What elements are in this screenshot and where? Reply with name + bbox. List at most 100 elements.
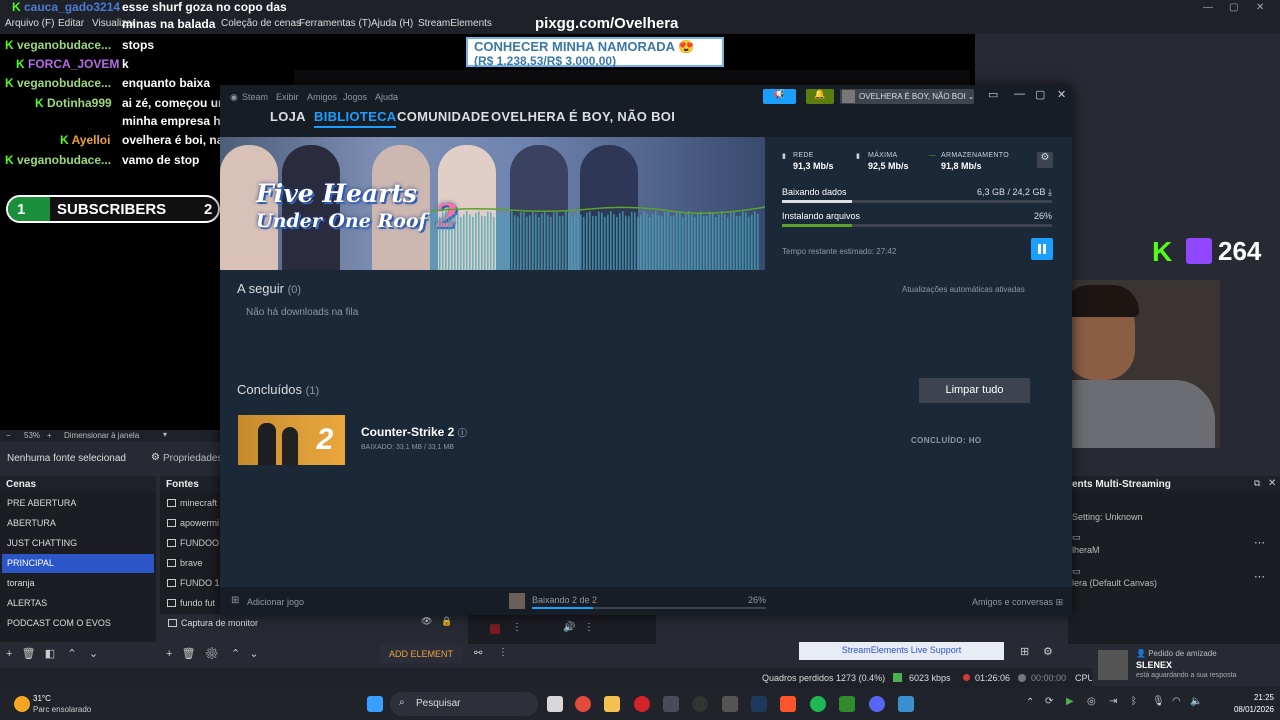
add-source-icon[interactable]: + (166, 648, 172, 660)
taskbar-search[interactable]: ⌕ Pesquisar (390, 692, 538, 716)
scene-item[interactable]: JUST CHATTING (2, 534, 154, 553)
gear-icon[interactable]: ⚙ (151, 452, 160, 463)
broadcast-button[interactable]: 📢 (763, 89, 796, 104)
tab-biblioteca[interactable]: BIBLIOTECA (314, 109, 397, 128)
move-down-icon[interactable]: ⌄ (89, 648, 98, 660)
menu-ferramentas[interactable]: Ferramentas (T) (299, 18, 371, 29)
explorer-icon[interactable] (604, 696, 620, 712)
zoom-out-icon[interactable]: − (6, 431, 11, 440)
source-item[interactable]: fundo fut (164, 594, 224, 613)
se-live-support-button[interactable]: StreamElements Live Support (799, 642, 1004, 660)
steam-menu-amigos[interactable]: Amigos (307, 92, 337, 102)
close-icon[interactable]: ✕ (1057, 88, 1066, 101)
move-down-icon[interactable]: ⌄ (249, 648, 258, 660)
notifications-button[interactable]: 🔔 (806, 89, 834, 104)
clear-all-button[interactable]: Limpar tudo (919, 378, 1030, 403)
tab-comunidade[interactable]: COMUNIDADE (397, 109, 490, 124)
big-picture-icon[interactable]: ▭ (988, 88, 998, 101)
mute-icon[interactable] (490, 624, 500, 634)
game-thumbnail[interactable]: 2 (238, 415, 345, 465)
auto-updates-link[interactable]: Atualizações automáticas ativadas (902, 285, 1025, 294)
more-icon[interactable]: ⋯ (1254, 570, 1265, 583)
delete-scene-icon[interactable]: 🗑 (22, 648, 36, 660)
steam-menu-ajuda[interactable]: Ajuda (375, 92, 398, 102)
bluetooth-icon[interactable]: ᛒ (1131, 696, 1137, 707)
fit-to-window[interactable]: Dimensionar à janela (64, 431, 139, 440)
more-icon[interactable]: ⋮ (498, 647, 508, 658)
app-icon[interactable] (839, 696, 855, 712)
obs-icon[interactable] (692, 696, 708, 712)
source-item[interactable]: FUNDOO (164, 534, 224, 553)
add-icon[interactable]: ⊞ (231, 595, 239, 606)
more-icon[interactable]: ⋯ (1254, 536, 1265, 549)
tray-icon[interactable]: ⟳ (1045, 696, 1053, 707)
tab-profile[interactable]: OVELHERA É BOY, NÃO BOI (491, 109, 675, 124)
brave-icon[interactable] (780, 696, 796, 712)
close-icon[interactable]: ✕ (1268, 478, 1276, 489)
scene-item[interactable]: ALERTAS (2, 594, 154, 613)
delete-source-icon[interactable]: 🗑 (182, 648, 196, 660)
gear-icon[interactable]: ⚙ (1043, 645, 1053, 658)
zoom-in-icon[interactable]: + (47, 431, 52, 440)
steam-menu-jogos[interactable]: Jogos (343, 92, 367, 102)
close-icon[interactable]: ✕ (1256, 2, 1264, 13)
minimize-icon[interactable]: — (1014, 88, 1025, 100)
lock-icon[interactable]: 🔒 (441, 616, 452, 627)
gear-icon[interactable]: ⚙ (205, 648, 219, 660)
more-icon[interactable]: ⋮ (512, 622, 522, 633)
add-scene-icon[interactable]: + (6, 648, 12, 660)
menu-streamelements[interactable]: StreamElements (418, 18, 492, 29)
tab-loja[interactable]: LOJA (270, 109, 306, 124)
weather-temp[interactable]: 31°C (33, 694, 51, 703)
weather-icon[interactable] (14, 696, 30, 712)
menu-ajuda[interactable]: Ajuda (H) (371, 18, 413, 29)
chrome-icon[interactable] (575, 696, 591, 712)
opera-icon[interactable] (634, 696, 650, 712)
mic-icon[interactable]: 🎙 (1152, 696, 1165, 707)
move-up-icon[interactable]: ⌃ (67, 648, 76, 660)
source-item[interactable]: FUNDO 1 (164, 574, 224, 593)
speaker-icon[interactable]: 🔊 (563, 622, 575, 633)
notepad-icon[interactable] (898, 696, 914, 712)
filter-icon[interactable]: ◧ (45, 648, 55, 660)
properties-button[interactable]: Propriedades (163, 453, 222, 464)
scene-item[interactable]: PRE ABERTURA (2, 494, 154, 513)
steam-menu-steam[interactable]: Steam (242, 92, 268, 102)
volume-icon[interactable]: 🔈 (1190, 696, 1202, 707)
friends-chat-button[interactable]: Amigos e conversas ⊞ (972, 597, 1063, 608)
add-game-button[interactable]: Adicionar jogo (247, 597, 304, 607)
play-icon[interactable]: ▶ (1066, 696, 1074, 707)
maximize-icon[interactable]: ▢ (1229, 2, 1238, 13)
scene-item[interactable]: ABERTURA (2, 514, 154, 533)
info-icon[interactable]: ⓘ (458, 428, 467, 438)
source-item[interactable]: minecraft (164, 494, 224, 513)
steam-logo-icon[interactable]: ◉ (230, 92, 238, 103)
spotify-icon[interactable] (810, 696, 826, 712)
move-up-icon[interactable]: ⌃ (231, 648, 240, 660)
add-element-button[interactable]: ADD ELEMENT (380, 645, 462, 663)
menu-editar[interactable]: Editar (58, 18, 84, 29)
scene-item-active[interactable]: PRINCIPAL (2, 554, 154, 573)
menu-arquivo[interactable]: Arquivo (F) (5, 18, 54, 29)
download-settings-button[interactable]: ⚙ (1037, 152, 1053, 168)
tray-icon[interactable]: ⇥ (1109, 696, 1117, 707)
steam-icon[interactable] (751, 696, 767, 712)
source-item[interactable]: brave (164, 554, 224, 573)
task-view-icon[interactable] (547, 696, 563, 712)
minimize-icon[interactable]: — (1203, 2, 1213, 13)
menu-colecao-cenas[interactable]: Coleção de cenas (221, 18, 301, 29)
more-icon[interactable]: ⋮ (584, 622, 594, 633)
maximize-icon[interactable]: ▢ (1035, 88, 1045, 101)
link-icon[interactable]: ⚯ (474, 648, 482, 659)
scene-item[interactable]: PODCAST COM O EVOS (2, 614, 154, 633)
source-item-capture[interactable]: Captura de monitor 👁 🔒 (162, 614, 462, 633)
popout-icon[interactable]: ⧉ (1254, 478, 1260, 489)
taskbar-clock[interactable]: 21:25 08/01/2026 (1222, 692, 1274, 716)
pause-button[interactable] (1031, 238, 1053, 260)
source-item[interactable]: apowermi (164, 514, 224, 533)
app-icon[interactable] (722, 696, 738, 712)
chevron-up-icon[interactable]: ⌃ (1026, 697, 1034, 708)
wifi-icon[interactable]: ◠ (1172, 696, 1181, 707)
start-icon[interactable] (367, 696, 383, 712)
account-menu[interactable]: OVELHERA É BOY, NÃO BOI ⌄ (840, 89, 975, 104)
